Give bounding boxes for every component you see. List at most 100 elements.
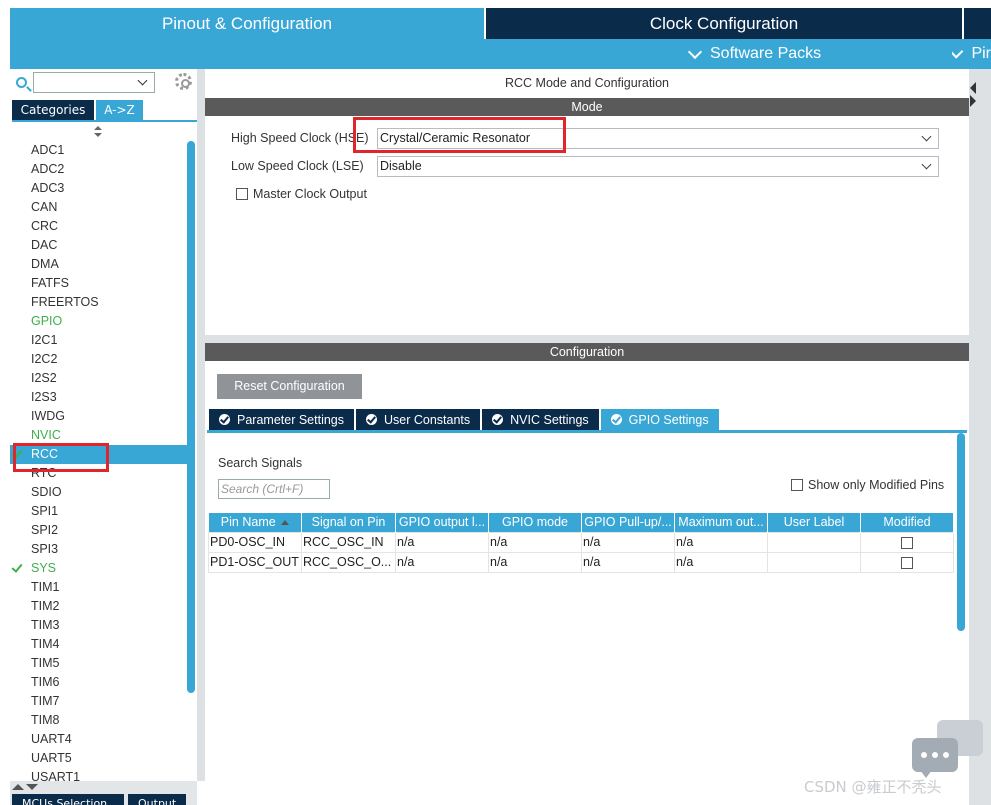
peripheral-label: TIM5 [31, 656, 60, 670]
peripheral-item-tim5[interactable]: TIM5 [10, 654, 188, 673]
peripheral-item-tim4[interactable]: TIM4 [10, 635, 188, 654]
search-signals-input[interactable]: Search (Crtl+F) [218, 479, 330, 499]
mco-checkbox[interactable] [236, 188, 248, 200]
peripheral-item-i2c2[interactable]: I2C2 [10, 350, 188, 369]
peripheral-item-fatfs[interactable]: FATFS [10, 274, 188, 293]
peripheral-label: FATFS [31, 276, 69, 290]
peripheral-item-gpio[interactable]: GPIO [10, 312, 188, 331]
chat-icon[interactable] [912, 720, 984, 780]
tab-parameter-settings[interactable]: Parameter Settings [209, 409, 354, 430]
peripheral-item-i2s2[interactable]: I2S2 [10, 369, 188, 388]
menu-label: Software Packs [710, 45, 822, 62]
lse-select[interactable]: Disable [377, 156, 939, 177]
peripheral-item-freertos[interactable]: FREERTOS [10, 293, 188, 312]
collapse-arrows-icon[interactable] [10, 784, 40, 792]
column-header[interactable]: Modified [860, 513, 954, 532]
peripheral-item-uart5[interactable]: UART5 [10, 749, 188, 768]
column-header[interactable]: Pin Name [208, 513, 302, 532]
tab-label: MCUs Selection [22, 797, 108, 805]
tab-categories[interactable]: Categories [12, 100, 94, 120]
peripheral-item-tim7[interactable]: TIM7 [10, 692, 188, 711]
tab-more[interactable] [964, 8, 991, 39]
table-cell[interactable] [860, 551, 954, 573]
check-circle-icon [366, 414, 377, 425]
scrollbar[interactable] [187, 141, 195, 693]
peripheral-label: ADC2 [31, 162, 65, 176]
table-cell: n/a [488, 531, 582, 553]
column-header[interactable]: GPIO Pull-up/... [581, 513, 675, 532]
collapse-left-icon[interactable] [970, 82, 976, 94]
mco-label: Master Clock Output [253, 187, 367, 201]
peripheral-label: SPI1 [31, 504, 59, 518]
splitter[interactable] [205, 335, 969, 343]
peripheral-item-tim2[interactable]: TIM2 [10, 597, 188, 616]
gear-icon[interactable] [175, 73, 192, 90]
column-header[interactable]: User Label [767, 513, 861, 532]
peripheral-item-spi2[interactable]: SPI2 [10, 521, 188, 540]
peripheral-item-can[interactable]: CAN [10, 198, 188, 217]
hse-label: High Speed Clock (HSE) [231, 131, 369, 145]
column-header[interactable]: GPIO mode [488, 513, 582, 532]
peripheral-label: GPIO [31, 314, 63, 328]
peripheral-item-i2s3[interactable]: I2S3 [10, 388, 188, 407]
modified-checkbox[interactable] [901, 536, 913, 549]
scrollbar[interactable] [957, 433, 965, 631]
sort-icon[interactable] [94, 126, 102, 138]
tab-nvic-settings[interactable]: NVIC Settings [482, 409, 599, 430]
hse-row: High Speed Clock (HSE) Crystal/Ceramic R… [205, 128, 969, 150]
peripheral-label: IWDG [31, 409, 66, 423]
peripheral-item-adc3[interactable]: ADC3 [10, 179, 188, 198]
peripheral-label: I2C2 [31, 352, 58, 366]
peripheral-item-adc2[interactable]: ADC2 [10, 160, 188, 179]
table-cell[interactable] [860, 531, 954, 553]
column-header-label: User Label [783, 515, 845, 530]
table-cell: n/a [395, 551, 489, 573]
splitter[interactable] [197, 69, 205, 781]
peripheral-item-dac[interactable]: DAC [10, 236, 188, 255]
peripheral-item-crc[interactable]: CRC [10, 217, 188, 236]
peripheral-item-adc1[interactable]: ADC1 [10, 141, 188, 160]
table-row[interactable]: PD1-OSC_OUT RCC_OSC_O... n/a n/a n/a n/a [208, 551, 954, 573]
peripheral-label: I2S3 [31, 390, 57, 404]
modified-checkbox[interactable] [901, 556, 913, 569]
tab-label: Parameter Settings [237, 412, 344, 427]
tab-label: NVIC Settings [510, 412, 589, 427]
tab-pinout-configuration[interactable]: Pinout & Configuration [10, 8, 484, 39]
search-dropdown[interactable] [33, 72, 155, 93]
column-header[interactable]: Maximum out... [674, 513, 768, 532]
table-row[interactable]: PD0-OSC_IN RCC_OSC_IN n/a n/a n/a n/a [208, 531, 954, 553]
search-icon[interactable] [16, 77, 27, 88]
peripheral-item-sdio[interactable]: SDIO [10, 483, 188, 502]
peripheral-item-iwdg[interactable]: IWDG [10, 407, 188, 426]
peripheral-item-i2c1[interactable]: I2C1 [10, 331, 188, 350]
column-header[interactable]: Signal on Pin [301, 513, 396, 532]
reset-configuration-button[interactable]: Reset Configuration [217, 374, 362, 399]
peripheral-item-dma[interactable]: DMA [10, 255, 188, 274]
tab-gpio-settings[interactable]: GPIO Settings [600, 409, 719, 430]
tab-output[interactable]: Output [128, 794, 186, 805]
peripheral-item-tim8[interactable]: TIM8 [10, 711, 188, 730]
tab-clock-configuration[interactable]: Clock Configuration [486, 8, 962, 39]
check-icon [11, 561, 23, 573]
peripheral-label: TIM6 [31, 675, 60, 689]
chevron-down-icon [952, 44, 964, 59]
show-modified-checkbox[interactable] [791, 479, 803, 491]
expand-right-icon[interactable] [970, 95, 976, 107]
peripheral-item-tim1[interactable]: TIM1 [10, 578, 188, 597]
tab-mcus-selection[interactable]: MCUs Selection [12, 794, 124, 805]
peripheral-item-uart4[interactable]: UART4 [10, 730, 188, 749]
bottom-tab-strip: MCUs Selection Output [10, 781, 197, 805]
tab-user-constants[interactable]: User Constants [356, 409, 481, 430]
peripheral-item-tim6[interactable]: TIM6 [10, 673, 188, 692]
peripheral-label: ADC3 [31, 181, 65, 195]
column-header[interactable]: GPIO output l... [395, 513, 489, 532]
software-packs-menu[interactable]: Software Packs [687, 39, 822, 69]
check-circle-icon [219, 414, 230, 425]
peripheral-item-sys[interactable]: SYS [10, 559, 188, 578]
peripheral-item-spi1[interactable]: SPI1 [10, 502, 188, 521]
peripheral-item-tim3[interactable]: TIM3 [10, 616, 188, 635]
tab-a-to-z[interactable]: A->Z [96, 100, 143, 120]
sort-ascending-icon [280, 520, 289, 526]
peripheral-item-spi3[interactable]: SPI3 [10, 540, 188, 559]
pinout-menu[interactable]: Pir [952, 39, 991, 69]
